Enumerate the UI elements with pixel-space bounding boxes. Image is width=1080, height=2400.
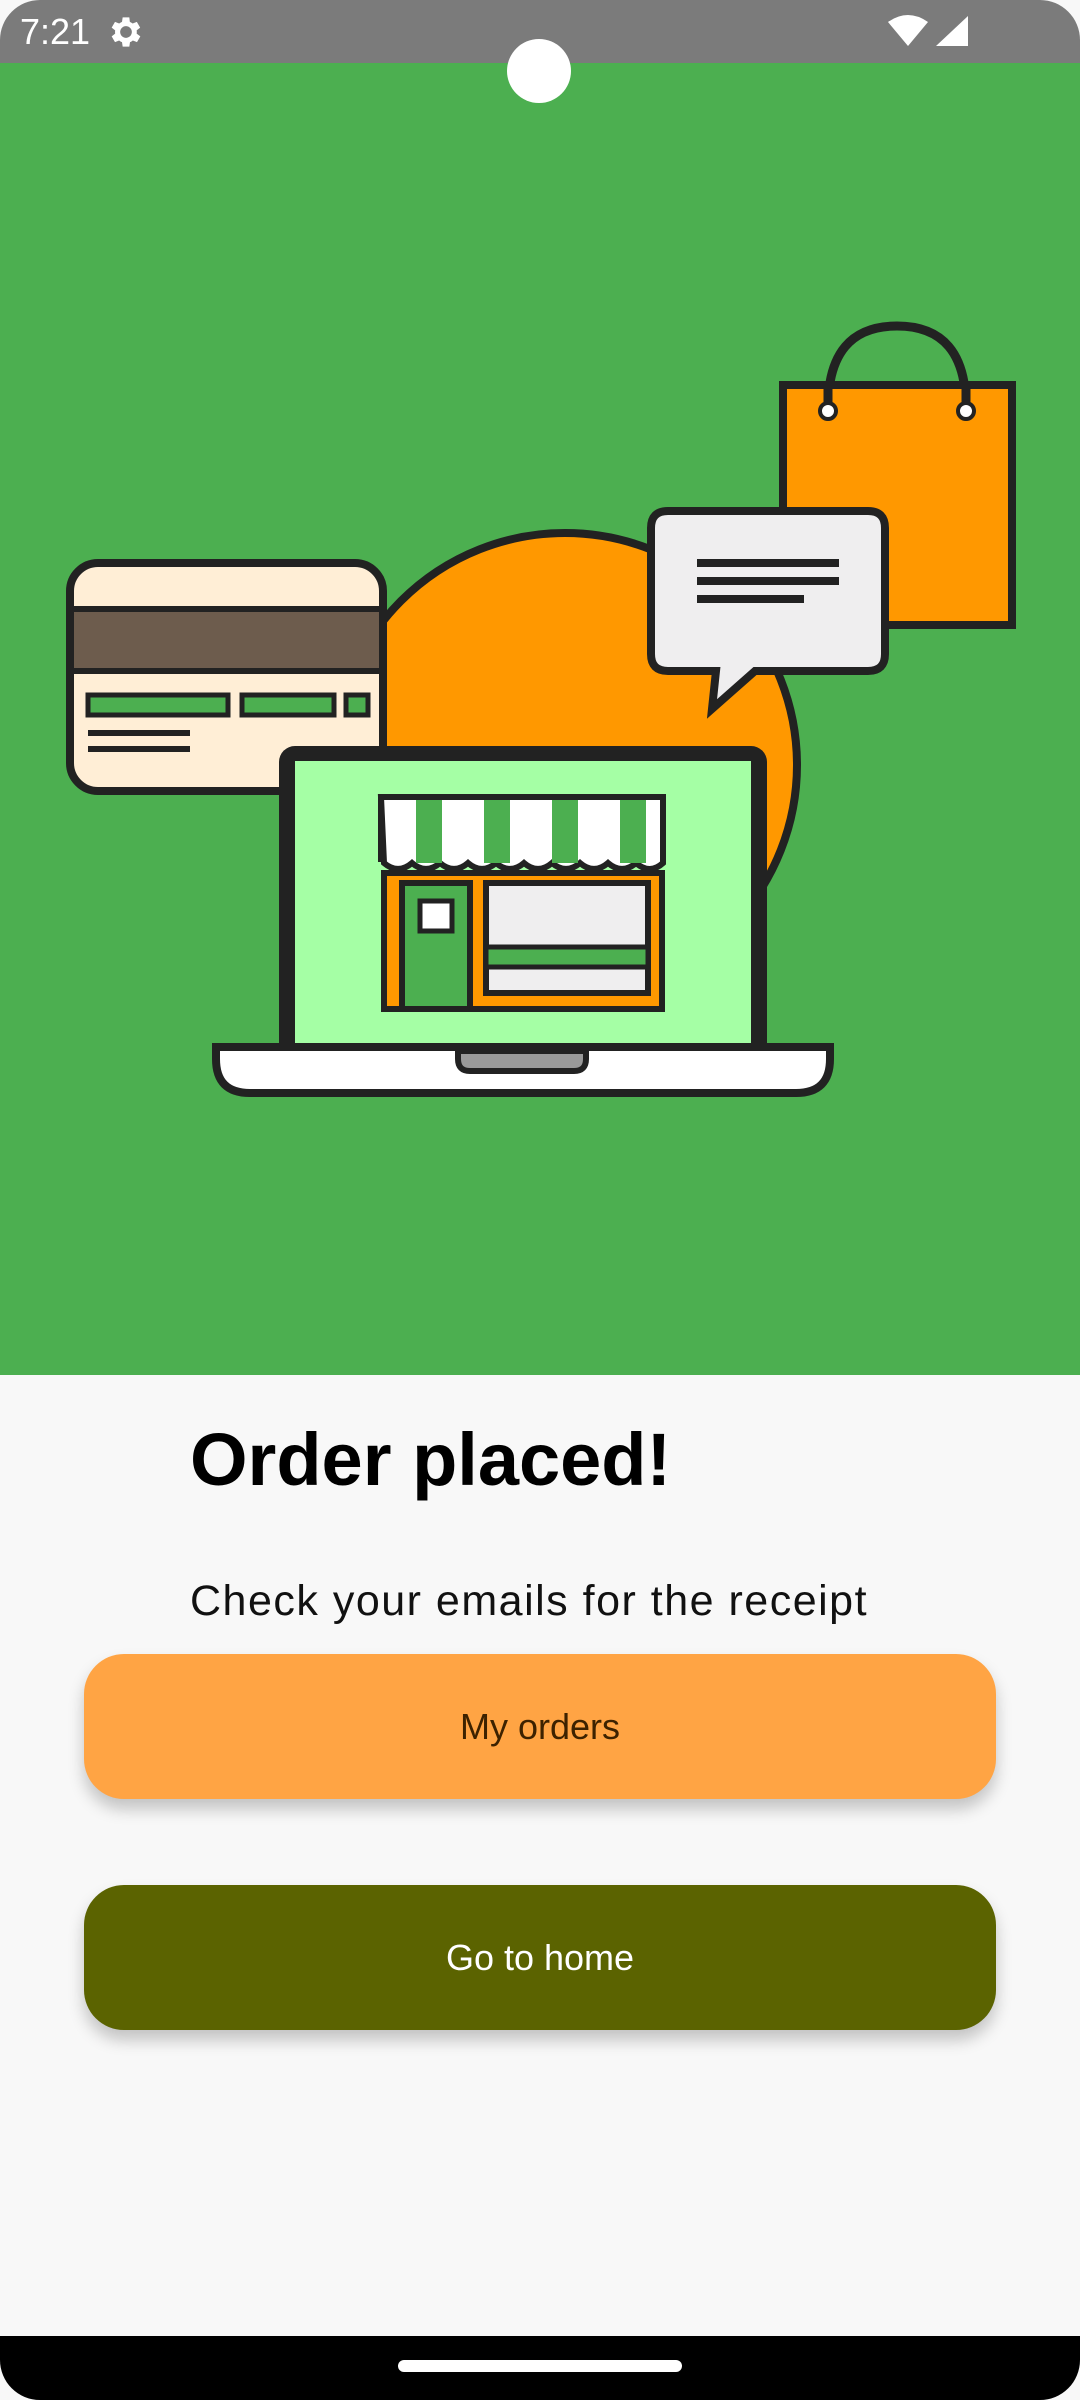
online-store-illustration: [66, 321, 1016, 1097]
cell-signal-icon: [936, 16, 968, 46]
go-home-label: Go to home: [445, 1936, 635, 1978]
gear-icon: [111, 17, 141, 47]
laptop-icon: [212, 746, 834, 1097]
storefront-icon: [377, 794, 666, 1012]
home-gesture-handle[interactable]: [398, 2360, 682, 2372]
order-confirmation-screen: 7:21 Order placed! Check your emails for…: [0, 0, 1080, 2400]
wifi-icon: [888, 15, 928, 46]
hero-banner: [0, 63, 1080, 1375]
my-orders-button[interactable]: My orders: [84, 1654, 996, 1799]
status-time: 7:21: [20, 11, 91, 52]
receipt-message: Check your emails for the receipt: [190, 1577, 869, 1625]
go-home-button[interactable]: Go to home: [84, 1885, 996, 2030]
page-title: Order placed!: [190, 1418, 672, 1501]
my-orders-label: My orders: [459, 1705, 621, 1747]
camera-cutout: [507, 39, 571, 103]
